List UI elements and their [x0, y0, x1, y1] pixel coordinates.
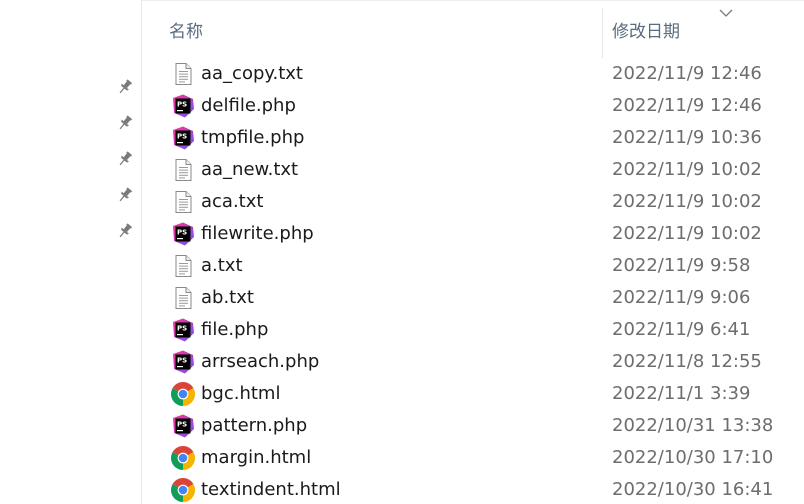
- file-row[interactable]: textindent.html 2022/10/30 16:41: [143, 474, 804, 504]
- svg-text:PS: PS: [177, 356, 187, 364]
- file-modified-date: 2022/11/9 9:06: [612, 287, 751, 308]
- svg-text:PS: PS: [177, 100, 187, 108]
- phpstorm-file-icon: PS: [171, 350, 195, 374]
- pin-icon[interactable]: [116, 114, 134, 132]
- file-row[interactable]: a.txt 2022/11/9 9:58: [143, 250, 804, 282]
- chrome-file-icon: [171, 478, 195, 502]
- file-modified-date: 2022/11/8 12:55: [612, 351, 762, 372]
- column-date-header[interactable]: 修改日期: [612, 17, 680, 42]
- file-name: pattern.php: [201, 415, 308, 436]
- pin-icon[interactable]: [116, 222, 134, 240]
- file-name: ab.txt: [201, 287, 254, 308]
- phpstorm-file-icon: PS: [171, 126, 195, 150]
- text-file-icon: [171, 190, 195, 214]
- file-modified-date: 2022/11/9 6:41: [612, 319, 751, 340]
- file-name: bgc.html: [201, 383, 281, 404]
- file-row[interactable]: PS delfile.php 2022/11/9 12:46: [143, 90, 804, 122]
- svg-text:PS: PS: [177, 132, 187, 140]
- phpstorm-file-icon: PS: [171, 414, 195, 438]
- file-modified-date: 2022/10/30 17:10: [612, 447, 774, 468]
- chrome-file-icon: [171, 446, 195, 470]
- phpstorm-file-icon: PS: [171, 318, 195, 342]
- file-row[interactable]: PS filewrite.php 2022/11/9 10:02: [143, 218, 804, 250]
- file-modified-date: 2022/11/9 10:02: [612, 159, 762, 180]
- file-modified-date: 2022/11/9 10:02: [612, 191, 762, 212]
- file-row[interactable]: PS arrseach.php 2022/11/8 12:55: [143, 346, 804, 378]
- file-name: aa_new.txt: [201, 159, 299, 180]
- file-name: margin.html: [201, 447, 312, 468]
- text-file-icon: [171, 62, 195, 86]
- file-modified-date: 2022/11/9 10:36: [612, 127, 762, 148]
- file-name: aca.txt: [201, 191, 264, 212]
- file-name: aa_copy.txt: [201, 63, 303, 84]
- file-name: filewrite.php: [201, 223, 314, 244]
- file-name: textindent.html: [201, 479, 341, 500]
- file-row[interactable]: bgc.html 2022/11/1 3:39: [143, 378, 804, 410]
- pin-icon[interactable]: [116, 186, 134, 204]
- file-modified-date: 2022/10/30 16:41: [612, 479, 774, 500]
- text-file-icon: [171, 286, 195, 310]
- file-modified-date: 2022/11/1 3:39: [612, 383, 751, 404]
- file-row[interactable]: margin.html 2022/10/30 17:10: [143, 442, 804, 474]
- file-name: delfile.php: [201, 95, 296, 116]
- file-row[interactable]: PS tmpfile.php 2022/11/9 10:36: [143, 122, 804, 154]
- file-name: a.txt: [201, 255, 243, 276]
- text-file-icon: [171, 254, 195, 278]
- file-modified-date: 2022/11/9 9:58: [612, 255, 751, 276]
- file-modified-date: 2022/10/31 13:38: [612, 415, 774, 436]
- file-modified-date: 2022/11/9 12:46: [612, 63, 762, 84]
- file-row[interactable]: PS pattern.php 2022/10/31 13:38: [143, 410, 804, 442]
- pin-icon[interactable]: [116, 78, 134, 96]
- phpstorm-file-icon: PS: [171, 222, 195, 246]
- svg-text:PS: PS: [177, 228, 187, 236]
- file-row[interactable]: aa_copy.txt 2022/11/9 12:46: [143, 58, 804, 90]
- column-divider[interactable]: [602, 8, 603, 58]
- file-name: file.php: [201, 319, 269, 340]
- svg-text:PS: PS: [177, 420, 187, 428]
- navigation-pane: [0, 0, 142, 504]
- file-row[interactable]: aa_new.txt 2022/11/9 10:02: [143, 154, 804, 186]
- phpstorm-file-icon: PS: [171, 94, 195, 118]
- text-file-icon: [171, 158, 195, 182]
- file-row[interactable]: aca.txt 2022/11/9 10:02: [143, 186, 804, 218]
- chrome-file-icon: [171, 382, 195, 406]
- chevron-down-icon: [718, 4, 734, 17]
- file-row[interactable]: ab.txt 2022/11/9 9:06: [143, 282, 804, 314]
- column-name-header[interactable]: 名称: [169, 17, 203, 42]
- file-explorer-window: 名称 修改日期 aa_copy.txt 2022/11/9 12:46 PS de…: [0, 0, 804, 504]
- pin-icon[interactable]: [116, 150, 134, 168]
- file-modified-date: 2022/11/9 10:02: [612, 223, 762, 244]
- column-header: 名称 修改日期: [143, 0, 804, 58]
- file-modified-date: 2022/11/9 12:46: [612, 95, 762, 116]
- file-name: arrseach.php: [201, 351, 320, 372]
- file-row[interactable]: PS file.php 2022/11/9 6:41: [143, 314, 804, 346]
- file-name: tmpfile.php: [201, 127, 305, 148]
- svg-text:PS: PS: [177, 324, 187, 332]
